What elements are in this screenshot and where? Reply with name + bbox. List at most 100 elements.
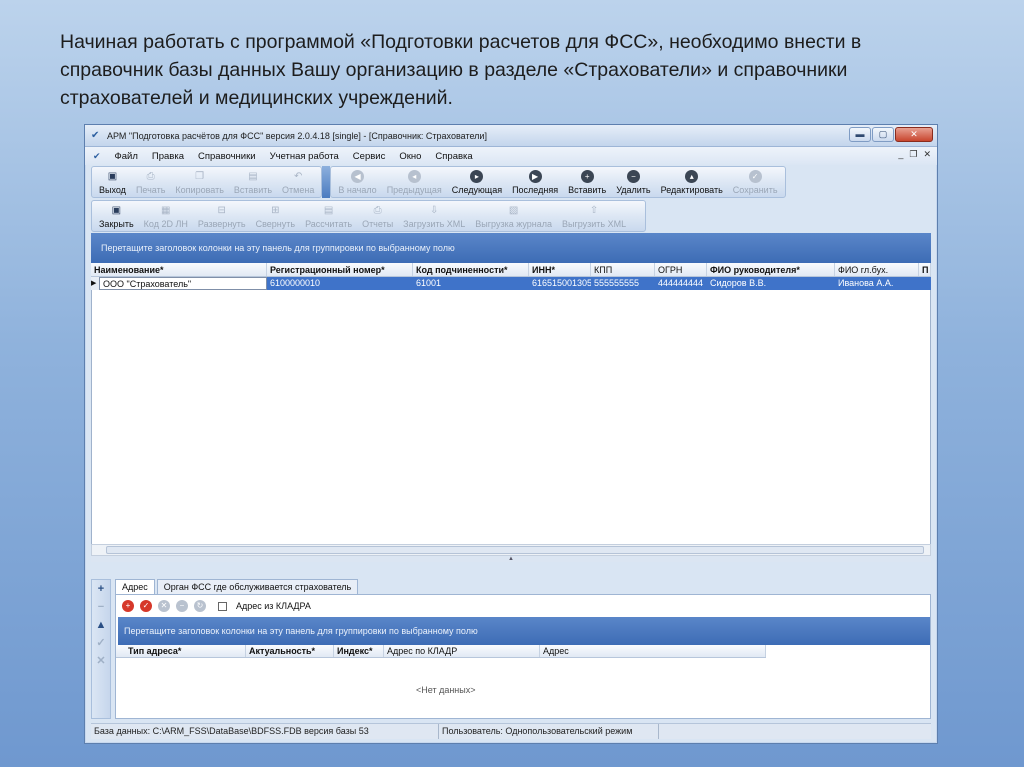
menu-edit[interactable]: Правка bbox=[152, 151, 184, 162]
table-row[interactable]: ▶ ООО "Страхователь" 6100000010 61001 61… bbox=[91, 277, 931, 290]
paste-icon: ▤ bbox=[248, 170, 258, 182]
edit-record-button[interactable]: ▴ Редактировать bbox=[656, 167, 728, 197]
toolbar-group-edit: ▣ Выход ⎙ Печать ❐ Копировать ▤ Вставить ↶ От… bbox=[91, 166, 323, 198]
edit-icon: ▴ bbox=[685, 169, 699, 183]
edit-address-icon[interactable]: ✓ bbox=[140, 600, 152, 612]
toolbar-main: ▣ Выход ⎙ Печать ❐ Копировать ▤ Вставить ↶ От… bbox=[85, 165, 937, 199]
exit-icon: ▣ bbox=[107, 170, 118, 182]
undo-icon: ↶ bbox=[293, 170, 303, 182]
scrollbar-thumb[interactable] bbox=[106, 546, 924, 554]
save-record-button[interactable]: ✓ Сохранить bbox=[728, 167, 783, 197]
slide-text: Начиная работать с программой «Подготовк… bbox=[60, 28, 966, 112]
unload-xml-button[interactable]: ⇧ Выгрузить XML bbox=[557, 201, 631, 231]
col-name[interactable]: Наименование* bbox=[91, 263, 267, 276]
status-database: База данных: C:\ARM_FSS\DataBase\BDFSS.F… bbox=[91, 724, 439, 739]
expand-button[interactable]: ⊟ Развернуть bbox=[193, 201, 251, 231]
mdi-restore-button[interactable]: ❐ bbox=[909, 149, 917, 160]
col-actuality[interactable]: Актуальность* bbox=[246, 645, 334, 657]
insert-record-button[interactable]: + Вставить bbox=[563, 167, 611, 197]
mdi-close-button[interactable]: ✕ bbox=[923, 149, 931, 160]
menu-references[interactable]: Справочники bbox=[198, 151, 256, 162]
col-address-type[interactable]: Тип адреса* bbox=[116, 645, 246, 657]
toolbar-grip[interactable] bbox=[322, 166, 331, 198]
kladr-checkbox[interactable] bbox=[218, 601, 227, 611]
mdi-minimize-button[interactable]: _ bbox=[898, 149, 903, 160]
first-record-button[interactable]: ◀ В начало bbox=[333, 167, 381, 197]
move-up-icon[interactable]: ▲ bbox=[92, 616, 110, 634]
tab-address[interactable]: Адрес bbox=[115, 579, 155, 595]
next-icon: ▸ bbox=[470, 169, 484, 183]
cell-accountant[interactable]: Иванова А.А. bbox=[835, 277, 919, 290]
menu-accounting[interactable]: Учетная работа bbox=[270, 151, 339, 162]
close-button[interactable]: ▣ Закрыть bbox=[94, 201, 139, 231]
next-record-button[interactable]: ▸ Следующая bbox=[447, 167, 507, 197]
collapse-button[interactable]: ⊞ Свернуть bbox=[251, 201, 300, 231]
col-subordination-code[interactable]: Код подчиненности* bbox=[413, 263, 529, 276]
col-accountant[interactable]: ФИО гл.бух. bbox=[835, 263, 919, 276]
col-index[interactable]: Индекс* bbox=[334, 645, 384, 657]
no-data-message: <Нет данных> bbox=[416, 685, 476, 695]
status-bar: База данных: C:\ARM_FSS\DataBase\BDFSS.F… bbox=[91, 723, 931, 739]
remove-icon[interactable]: − bbox=[92, 598, 110, 616]
col-address[interactable]: Адрес bbox=[540, 645, 766, 657]
slide-line-1: Начиная работать с программой «Подготовк… bbox=[60, 31, 862, 53]
undo-button[interactable]: ↶ Отмена bbox=[277, 167, 319, 197]
refresh-address-icon[interactable]: ↻ bbox=[194, 600, 206, 612]
status-user: Пользователь: Однопользовательский режим bbox=[439, 724, 659, 739]
menu-help[interactable]: Справка bbox=[435, 151, 472, 162]
col-reg-number[interactable]: Регистрационный номер* bbox=[267, 263, 413, 276]
barcode-icon: ▦ bbox=[161, 204, 171, 216]
address-grid-header: Тип адреса* Актуальность* Индекс* Адрес … bbox=[116, 645, 766, 658]
expand-icon: ⊟ bbox=[217, 204, 226, 216]
panel-splitter[interactable]: ▲ bbox=[91, 556, 931, 562]
col-director[interactable]: ФИО руководителя* bbox=[707, 263, 835, 276]
grid-header: Наименование* Регистрационный номер* Код… bbox=[91, 263, 931, 277]
doc-icon: ✔ bbox=[93, 150, 101, 161]
horizontal-scrollbar[interactable] bbox=[91, 544, 931, 556]
load-xml-icon: ⇩ bbox=[430, 204, 439, 216]
journal-export-button[interactable]: ▧ Выгрузка журнала bbox=[470, 201, 557, 231]
group-by-panel[interactable]: Перетащите заголовок колонки на эту пане… bbox=[91, 233, 931, 263]
close-window-button[interactable]: ✕ bbox=[895, 127, 933, 142]
cell-kpp[interactable]: 555555555 bbox=[591, 277, 655, 290]
col-kladr-address[interactable]: Адрес по КЛАДР bbox=[384, 645, 540, 657]
exit-button[interactable]: ▣ Выход bbox=[94, 167, 131, 197]
paste-button[interactable]: ▤ Вставить bbox=[229, 167, 277, 197]
last-icon: ▶ bbox=[528, 169, 542, 183]
window-controls: ▬ ▢ ✕ bbox=[849, 127, 933, 142]
load-xml-button[interactable]: ⇩ Загрузить XML bbox=[398, 201, 470, 231]
delete-record-button[interactable]: − Удалить bbox=[611, 167, 655, 197]
minimize-button[interactable]: ▬ bbox=[849, 127, 871, 142]
cell-name[interactable]: ООО "Страхователь" bbox=[99, 277, 267, 290]
check-icon: ✓ bbox=[748, 169, 762, 183]
col-kpp[interactable]: КПП bbox=[591, 263, 655, 276]
remove-address-icon[interactable]: − bbox=[176, 600, 188, 612]
col-ogrn[interactable]: ОГРН bbox=[655, 263, 707, 276]
cell-inn[interactable]: 616515001305 bbox=[529, 277, 591, 290]
cancel-icon[interactable]: ✕ bbox=[92, 652, 110, 670]
cell-ogrn[interactable]: 444444444 bbox=[655, 277, 707, 290]
last-record-button[interactable]: ▶ Последняя bbox=[507, 167, 563, 197]
toolbar-secondary: ▣ Закрыть ▦ Код 2D ЛН ⊟ Развернуть ⊞ Свернут… bbox=[85, 199, 937, 233]
cell-reg-number[interactable]: 6100000010 bbox=[267, 277, 413, 290]
menu-service[interactable]: Сервис bbox=[353, 151, 386, 162]
col-inn[interactable]: ИНН* bbox=[529, 263, 591, 276]
menu-window[interactable]: Окно bbox=[399, 151, 421, 162]
delete-address-icon[interactable]: ✕ bbox=[158, 600, 170, 612]
cell-subordination-code[interactable]: 61001 bbox=[413, 277, 529, 290]
confirm-icon[interactable]: ✓ bbox=[92, 634, 110, 652]
tab-fss-office[interactable]: Орган ФСС где обслуживается страхователь bbox=[156, 579, 359, 595]
col-more[interactable]: П bbox=[919, 263, 931, 276]
menu-file[interactable]: Файл bbox=[115, 151, 138, 162]
print-button[interactable]: ⎙ Печать bbox=[131, 167, 170, 197]
maximize-button[interactable]: ▢ bbox=[872, 127, 894, 142]
cell-director[interactable]: Сидоров В.В. bbox=[707, 277, 835, 290]
code-2d-button[interactable]: ▦ Код 2D ЛН bbox=[139, 201, 193, 231]
calculate-button[interactable]: ▤ Рассчитать bbox=[300, 201, 357, 231]
address-group-by-panel[interactable]: Перетащите заголовок колонки на эту пане… bbox=[118, 617, 930, 645]
add-address-icon[interactable]: + bbox=[122, 600, 134, 612]
reports-button[interactable]: ⎙ Отчеты bbox=[357, 201, 398, 231]
add-icon[interactable]: + bbox=[92, 580, 110, 598]
prev-record-button[interactable]: ◂ Предыдущая bbox=[382, 167, 447, 197]
copy-button[interactable]: ❐ Копировать bbox=[170, 167, 228, 197]
